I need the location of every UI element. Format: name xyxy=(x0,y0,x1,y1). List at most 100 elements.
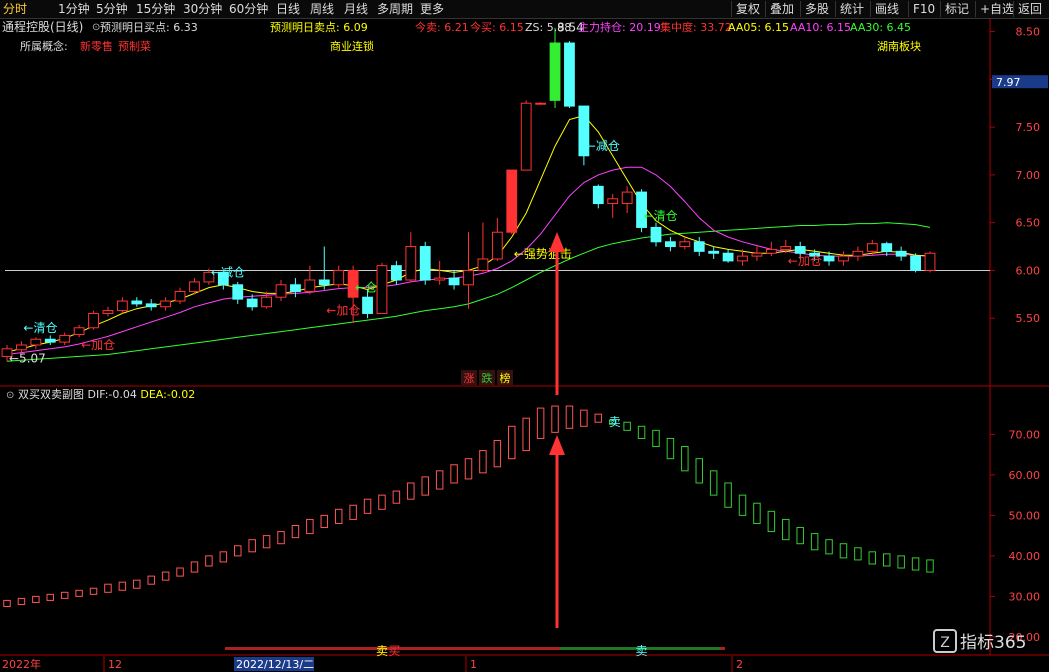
indicator-bar xyxy=(551,405,559,433)
signal-label: ←清仓 xyxy=(23,321,57,335)
candle xyxy=(520,102,532,171)
candle xyxy=(564,42,575,107)
current-price-text: 7.97 xyxy=(996,76,1021,89)
concept-tag: 预制菜 xyxy=(118,40,151,53)
indicator-bar xyxy=(363,498,372,514)
brand-name: 指标365 xyxy=(960,633,1026,653)
indicator-bar xyxy=(450,464,458,484)
signal-label: ←加仓 xyxy=(81,338,115,352)
candle xyxy=(333,269,345,286)
indicator-bar xyxy=(32,595,40,603)
header-item: AA05: 6.15 xyxy=(728,21,789,34)
candle xyxy=(59,334,71,343)
indicator-bar xyxy=(508,425,516,460)
indicator-bar xyxy=(392,490,401,504)
zhangdie-label: 跌 xyxy=(482,371,493,385)
candle xyxy=(866,243,878,252)
candle xyxy=(131,300,143,305)
indicator-bar xyxy=(767,510,776,533)
indicator-bar xyxy=(594,413,603,423)
indicator-bar xyxy=(190,561,199,573)
concept-industry: 商业连锁 xyxy=(330,39,374,53)
bottom-signal-label: 卖 xyxy=(636,644,648,658)
candle xyxy=(318,279,330,286)
concept-region: 湖南板块 xyxy=(877,39,921,53)
indicator-bar xyxy=(421,476,429,496)
sub-y-tick-label: 60.00 xyxy=(1009,469,1041,482)
indicator-bar xyxy=(522,417,530,452)
candle xyxy=(650,226,662,243)
candle xyxy=(506,169,518,233)
header-item: AA10: 6.15 xyxy=(790,21,851,34)
sub-y-tick-label: 30.00 xyxy=(1009,590,1041,603)
indicator-bar xyxy=(623,421,631,431)
sell-arrow-sub-head xyxy=(549,435,565,455)
indicator-bar xyxy=(118,581,127,591)
candle xyxy=(477,258,489,271)
indicator-bar xyxy=(104,583,112,593)
indicator-bar xyxy=(911,557,920,571)
candle xyxy=(693,241,705,252)
sub-y-tick-label: 50.00 xyxy=(1009,509,1041,522)
header-item-label: 今买: xyxy=(470,20,496,34)
indicator-bar xyxy=(666,437,675,460)
sub-y-tick-label: 40.00 xyxy=(1009,550,1041,563)
header-item: 预测明日买点: 6.33 xyxy=(100,21,198,34)
indicator-bar xyxy=(407,482,415,500)
header-item: 今卖: 6.21 xyxy=(415,20,469,34)
header-item-label: ZS: xyxy=(525,21,543,34)
candle xyxy=(362,296,373,314)
header-item: 主力持仓: 20.19 xyxy=(578,20,661,34)
indicator-bar xyxy=(839,543,848,559)
candle xyxy=(780,246,792,250)
header-item-value: 6.45 xyxy=(883,21,911,34)
indicator-bar xyxy=(60,591,69,599)
header-item-label: 今卖: xyxy=(415,20,441,34)
header-item: AA30: 6.45 xyxy=(850,21,911,34)
signal-label: ←仓 xyxy=(355,281,377,295)
indicator-header: 双买双卖副图 DIF:-0.04 DEA:-0.02 xyxy=(18,388,195,401)
stock-chart: 5.506.006.507.007.508.008.507.97←清仓←5.07… xyxy=(0,18,1049,672)
candle xyxy=(232,284,244,300)
header-item-label: AA10: xyxy=(790,21,823,34)
indicator-bar xyxy=(75,589,83,597)
indicator-bar xyxy=(306,518,314,535)
signal-label: ←加仓 xyxy=(326,304,360,318)
sell-arrow-main-head xyxy=(549,232,565,252)
candle xyxy=(751,252,763,257)
indicator-bar xyxy=(580,409,588,427)
candle xyxy=(376,265,388,314)
candle xyxy=(174,290,186,302)
candle xyxy=(722,252,734,262)
header-item-value: 6.33 xyxy=(170,21,198,34)
header-item-label: 集中度: xyxy=(660,20,697,34)
candle xyxy=(881,243,893,252)
time-label-selected: 2022/12/13/二 xyxy=(236,658,314,671)
candle xyxy=(621,191,633,205)
candle xyxy=(737,255,748,262)
signal-label: ←减仓 xyxy=(211,265,245,279)
header-item: 集中度: 33.72 xyxy=(660,20,732,34)
candle xyxy=(708,250,720,254)
candle xyxy=(419,246,431,281)
indicator-bar xyxy=(161,571,170,581)
indicator-bar xyxy=(479,450,487,474)
signal-label: ←清仓 xyxy=(644,209,678,223)
indicator-bar xyxy=(724,482,732,508)
candle xyxy=(405,246,417,281)
signal-label: ←5.07 xyxy=(9,351,46,365)
indicator-bar xyxy=(882,553,891,567)
indicator-header-part: 双买双卖副图 xyxy=(18,388,88,401)
candle xyxy=(88,312,99,329)
indicator-bar xyxy=(46,593,55,601)
indicator-bar xyxy=(854,547,862,561)
indicator-bar xyxy=(753,502,761,524)
candle xyxy=(246,298,258,308)
indicator-bar xyxy=(637,425,646,439)
brand-logo-glyph: Z xyxy=(940,635,950,651)
candle xyxy=(679,241,691,248)
header-item-label: 主力持仓: xyxy=(578,20,626,34)
header-item-value: 20.19 xyxy=(626,21,661,34)
candle xyxy=(463,269,474,286)
candle xyxy=(275,284,287,298)
